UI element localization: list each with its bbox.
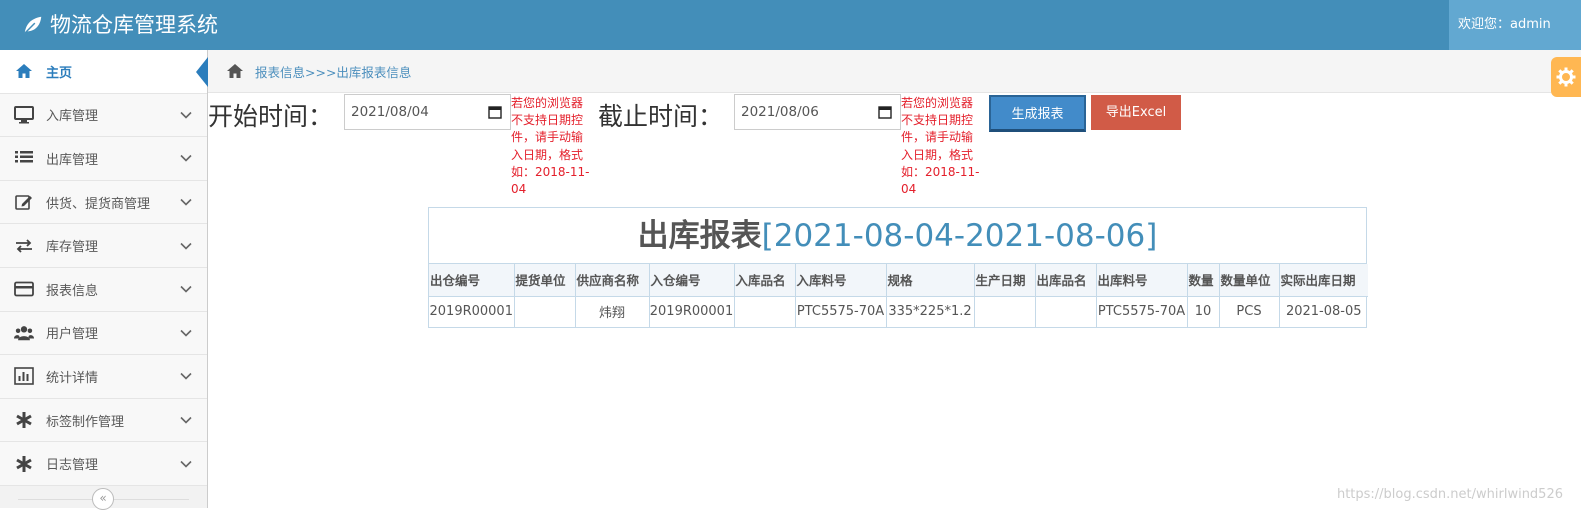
gear-icon xyxy=(1556,67,1576,87)
chevron-down-icon xyxy=(179,457,193,471)
table-row: 2019R00001 炜翔 2019R00001 PTC5575-70A 335… xyxy=(429,296,1368,327)
chevron-down-icon xyxy=(179,151,193,165)
breadcrumb: 报表信息>>>出库报表信息 xyxy=(208,50,1581,93)
table-cell: 2021-08-05 xyxy=(1279,296,1368,327)
table-cell xyxy=(1035,296,1096,327)
table-header-row: 出仓编号 提货单位 供应商名称 入仓编号 入库品名 入库料号 规格 生产日期 出… xyxy=(429,264,1368,296)
exchange-icon xyxy=(14,236,34,256)
sidebar-item-inventory[interactable]: 库存管理 xyxy=(0,224,207,268)
table-cell: PTC5575-70A xyxy=(1096,296,1187,327)
user-menu[interactable]: 欢迎您：admin xyxy=(1449,0,1581,50)
report-title: 出库报表[2021-08-04-2021-08-06] xyxy=(429,208,1366,264)
generate-report-button[interactable]: 生成报表 xyxy=(989,95,1086,132)
column-header: 供应商名称 xyxy=(575,264,649,296)
table-cell xyxy=(734,296,795,327)
chevron-down-icon xyxy=(179,326,193,340)
column-header: 生产日期 xyxy=(974,264,1035,296)
chevron-down-icon xyxy=(179,282,193,296)
column-header: 提货单位 xyxy=(514,264,575,296)
export-excel-button[interactable]: 导出Excel xyxy=(1091,95,1181,130)
calendar-icon[interactable] xyxy=(488,105,502,119)
sidebar-item-label: 标签制作管理 xyxy=(46,411,179,430)
column-header: 入仓编号 xyxy=(649,264,734,296)
sidebar: 主页 入库管理 出库管理 供货、提货商管理 库存管理 报表信息 xyxy=(0,50,208,508)
app-title: 物流仓库管理系统 xyxy=(50,1,218,49)
sidebar-item-inbound[interactable]: 入库管理 xyxy=(0,94,207,138)
start-date-label: 开始时间： xyxy=(208,97,333,133)
date-hint-text: 若您的浏览器不支持日期控件，请手动输入日期，格式如：2018-11-04 xyxy=(901,95,983,198)
breadcrumb-text[interactable]: 报表信息>>>出库报表信息 xyxy=(255,62,411,81)
table-cell: 2019R00001 xyxy=(649,296,734,327)
column-header: 入库料号 xyxy=(795,264,886,296)
sidebar-item-label: 日志管理 xyxy=(46,454,179,473)
end-date-input[interactable]: 2021/08/06 xyxy=(734,94,901,130)
bar-chart-icon xyxy=(14,366,34,386)
table-cell xyxy=(514,296,575,327)
chevron-down-icon xyxy=(179,195,193,209)
sidebar-item-outbound[interactable]: 出库管理 xyxy=(0,137,207,181)
table-cell: 2019R00001 xyxy=(429,296,514,327)
date-hint-text: 若您的浏览器不支持日期控件，请手动输入日期，格式如：2018-11-04 xyxy=(511,95,593,198)
asterisk-icon xyxy=(14,454,34,474)
chevron-down-icon xyxy=(179,369,193,383)
collapse-sidebar-button[interactable]: « xyxy=(92,488,114,510)
end-date-value: 2021/08/06 xyxy=(741,104,819,120)
column-header: 出库料号 xyxy=(1096,264,1187,296)
column-header: 数量 xyxy=(1187,264,1219,296)
table-cell: PCS xyxy=(1219,296,1279,327)
desktop-icon xyxy=(14,105,34,125)
column-header: 规格 xyxy=(886,264,974,296)
start-date-input[interactable]: 2021/08/04 xyxy=(344,94,511,130)
column-header: 出仓编号 xyxy=(429,264,514,296)
settings-button[interactable] xyxy=(1551,57,1581,97)
calendar-icon[interactable] xyxy=(878,105,892,119)
start-date-value: 2021/08/04 xyxy=(351,104,429,120)
sidebar-item-label: 入库管理 xyxy=(46,105,179,124)
sidebar-item-suppliers[interactable]: 供货、提货商管理 xyxy=(0,181,207,225)
report-title-range: [2021-08-04-2021-08-06] xyxy=(762,218,1158,254)
watermark: https://blog.csdn.net/whirlwind526 xyxy=(1337,487,1563,502)
credit-card-icon xyxy=(14,279,34,299)
table-cell: 炜翔 xyxy=(575,296,649,327)
column-header: 入库品名 xyxy=(734,264,795,296)
column-header: 数量单位 xyxy=(1219,264,1279,296)
sidebar-item-label: 出库管理 xyxy=(46,149,179,168)
column-header: 实际出库日期 xyxy=(1279,264,1368,296)
table-cell: 335*225*1.2 xyxy=(886,296,974,327)
report-panel: 出库报表[2021-08-04-2021-08-06] 出仓编号 提货单位 供应… xyxy=(428,207,1367,328)
end-date-label: 截止时间： xyxy=(598,97,723,133)
sidebar-item-label: 统计详情 xyxy=(46,367,179,386)
chevron-down-icon xyxy=(179,239,193,253)
table-cell: PTC5575-70A xyxy=(795,296,886,327)
sidebar-item-statistics[interactable]: 统计详情 xyxy=(0,355,207,399)
sidebar-item-labels[interactable]: 标签制作管理 xyxy=(0,399,207,443)
sidebar-item-label: 库存管理 xyxy=(46,236,179,255)
sidebar-item-reports[interactable]: 报表信息 xyxy=(0,268,207,312)
asterisk-icon xyxy=(14,410,34,430)
sidebar-item-label: 供货、提货商管理 xyxy=(46,193,179,212)
sidebar-item-label: 报表信息 xyxy=(46,280,179,299)
sidebar-item-home[interactable]: 主页 xyxy=(0,50,207,94)
report-table: 出仓编号 提货单位 供应商名称 入仓编号 入库品名 入库料号 规格 生产日期 出… xyxy=(429,264,1368,327)
sidebar-collapse-bar: « xyxy=(0,488,207,508)
chevron-down-icon xyxy=(179,413,193,427)
home-icon[interactable] xyxy=(226,63,244,79)
brand[interactable]: 物流仓库管理系统 xyxy=(22,0,218,50)
sidebar-item-logs[interactable]: 日志管理 xyxy=(0,442,207,486)
sidebar-item-label: 用户管理 xyxy=(46,323,179,342)
leaf-icon xyxy=(22,14,44,36)
sidebar-item-users[interactable]: 用户管理 xyxy=(0,312,207,356)
users-icon xyxy=(14,323,34,343)
home-icon xyxy=(14,61,34,81)
list-icon xyxy=(14,148,34,168)
table-cell: 10 xyxy=(1187,296,1219,327)
top-navbar: 物流仓库管理系统 欢迎您：admin xyxy=(0,0,1581,50)
table-cell xyxy=(974,296,1035,327)
chevron-down-icon xyxy=(179,108,193,122)
edit-icon xyxy=(14,192,34,212)
sidebar-item-label: 主页 xyxy=(46,62,207,81)
column-header: 出库品名 xyxy=(1035,264,1096,296)
report-title-main: 出库报表 xyxy=(638,218,762,254)
